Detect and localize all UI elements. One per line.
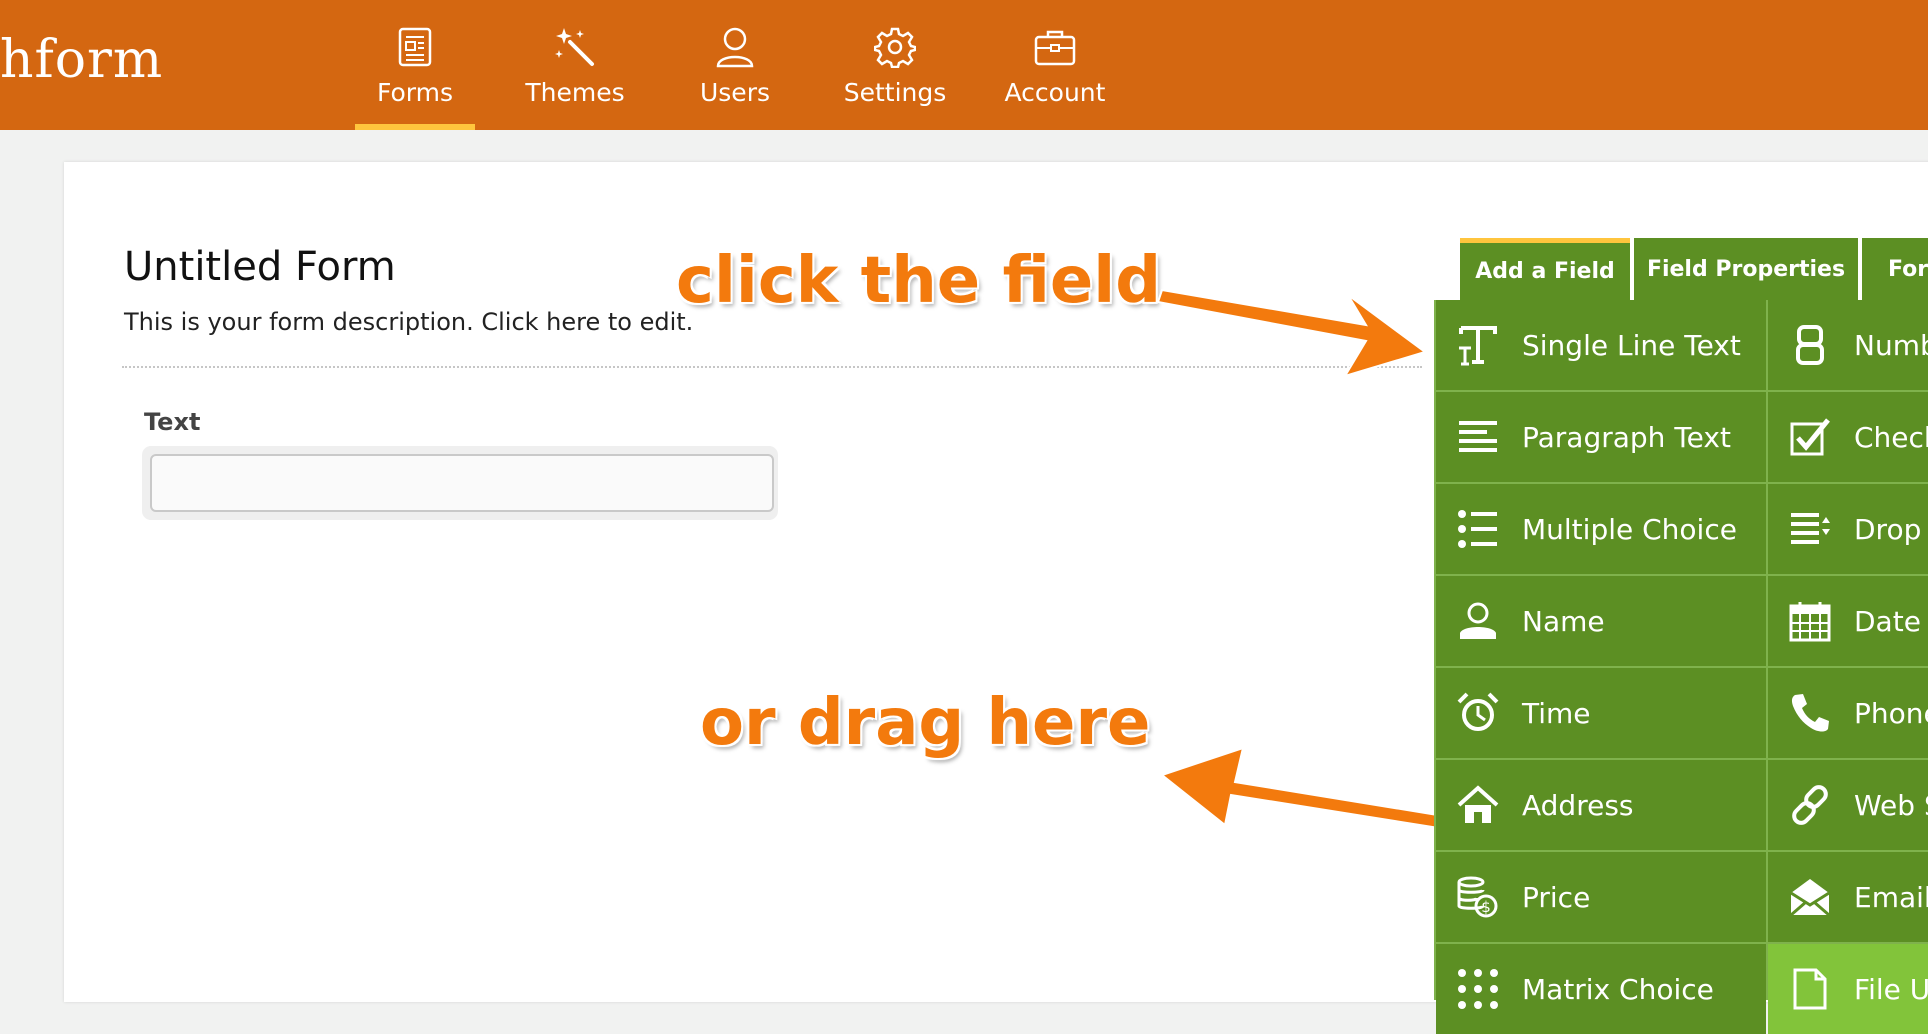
checkbox-icon bbox=[1788, 415, 1832, 459]
field-button-label: Email bbox=[1854, 880, 1928, 914]
file-icon bbox=[1788, 967, 1832, 1011]
field-button-number[interactable]: Numb bbox=[1768, 300, 1928, 390]
field-button-label: Phone bbox=[1854, 696, 1928, 730]
field-button-label: Check bbox=[1854, 420, 1928, 454]
arrow-to-form-area bbox=[1159, 746, 1470, 834]
field-button-date[interactable]: Date bbox=[1768, 576, 1928, 666]
field-button-label: Time bbox=[1522, 696, 1591, 730]
calendar-icon bbox=[1788, 599, 1832, 643]
link-icon bbox=[1788, 783, 1832, 827]
field-button-label: Multiple Choice bbox=[1522, 512, 1737, 546]
alarm-clock-icon bbox=[1456, 691, 1500, 735]
field-button-dropdown[interactable]: Drop D bbox=[1768, 484, 1928, 574]
field-button-name[interactable]: Name bbox=[1436, 576, 1766, 666]
coins-icon: $ bbox=[1456, 875, 1500, 919]
tab-field-properties[interactable]: Field Properties bbox=[1634, 238, 1858, 300]
field-button-label: Matrix Choice bbox=[1522, 972, 1714, 1006]
field-button-single-line-text[interactable]: Single Line Text bbox=[1436, 300, 1766, 390]
phone-icon bbox=[1788, 691, 1832, 735]
field-button-multiple-choice[interactable]: Multiple Choice bbox=[1436, 484, 1766, 574]
tab-form-settings[interactable]: For bbox=[1862, 238, 1928, 300]
digit-eight-icon bbox=[1788, 323, 1832, 367]
add-field-grid: Single Line Text Paragraph Text Multiple… bbox=[1434, 300, 1928, 1034]
dropdown-list-icon bbox=[1788, 507, 1832, 551]
field-button-label: Paragraph Text bbox=[1522, 420, 1731, 454]
field-button-label: Numb bbox=[1854, 328, 1928, 362]
field-button-phone[interactable]: Phone bbox=[1768, 668, 1928, 758]
tab-add-a-field[interactable]: Add a Field bbox=[1460, 238, 1630, 300]
paragraph-icon bbox=[1456, 415, 1500, 459]
field-button-website[interactable]: Web S bbox=[1768, 760, 1928, 850]
field-button-address[interactable]: Address bbox=[1436, 760, 1766, 850]
field-button-matrix-choice[interactable]: Matrix Choice bbox=[1436, 944, 1766, 1034]
person-icon bbox=[1456, 599, 1500, 643]
field-button-label: Name bbox=[1522, 604, 1605, 638]
field-button-label: Drop D bbox=[1854, 512, 1928, 546]
field-button-time[interactable]: Time bbox=[1436, 668, 1766, 758]
field-button-price[interactable]: $ Price bbox=[1436, 852, 1766, 942]
field-button-email[interactable]: Email bbox=[1768, 852, 1928, 942]
envelope-icon bbox=[1788, 875, 1832, 919]
text-t-icon bbox=[1456, 323, 1500, 367]
field-button-label: Date bbox=[1854, 604, 1921, 638]
list-bullets-icon bbox=[1456, 507, 1500, 551]
arrow-to-field-list bbox=[1156, 288, 1428, 378]
home-icon bbox=[1456, 783, 1500, 827]
dot-grid-icon bbox=[1456, 967, 1500, 1011]
field-button-paragraph-text[interactable]: Paragraph Text bbox=[1436, 392, 1766, 482]
field-button-file-upload[interactable]: File U bbox=[1768, 944, 1928, 1034]
field-button-label: Web S bbox=[1854, 788, 1928, 822]
svg-text:$: $ bbox=[1481, 898, 1491, 916]
field-button-label: Address bbox=[1522, 788, 1634, 822]
field-button-label: File U bbox=[1854, 972, 1928, 1006]
field-button-label: Price bbox=[1522, 880, 1591, 914]
field-button-label: Single Line Text bbox=[1522, 328, 1741, 362]
field-button-checkboxes[interactable]: Check bbox=[1768, 392, 1928, 482]
